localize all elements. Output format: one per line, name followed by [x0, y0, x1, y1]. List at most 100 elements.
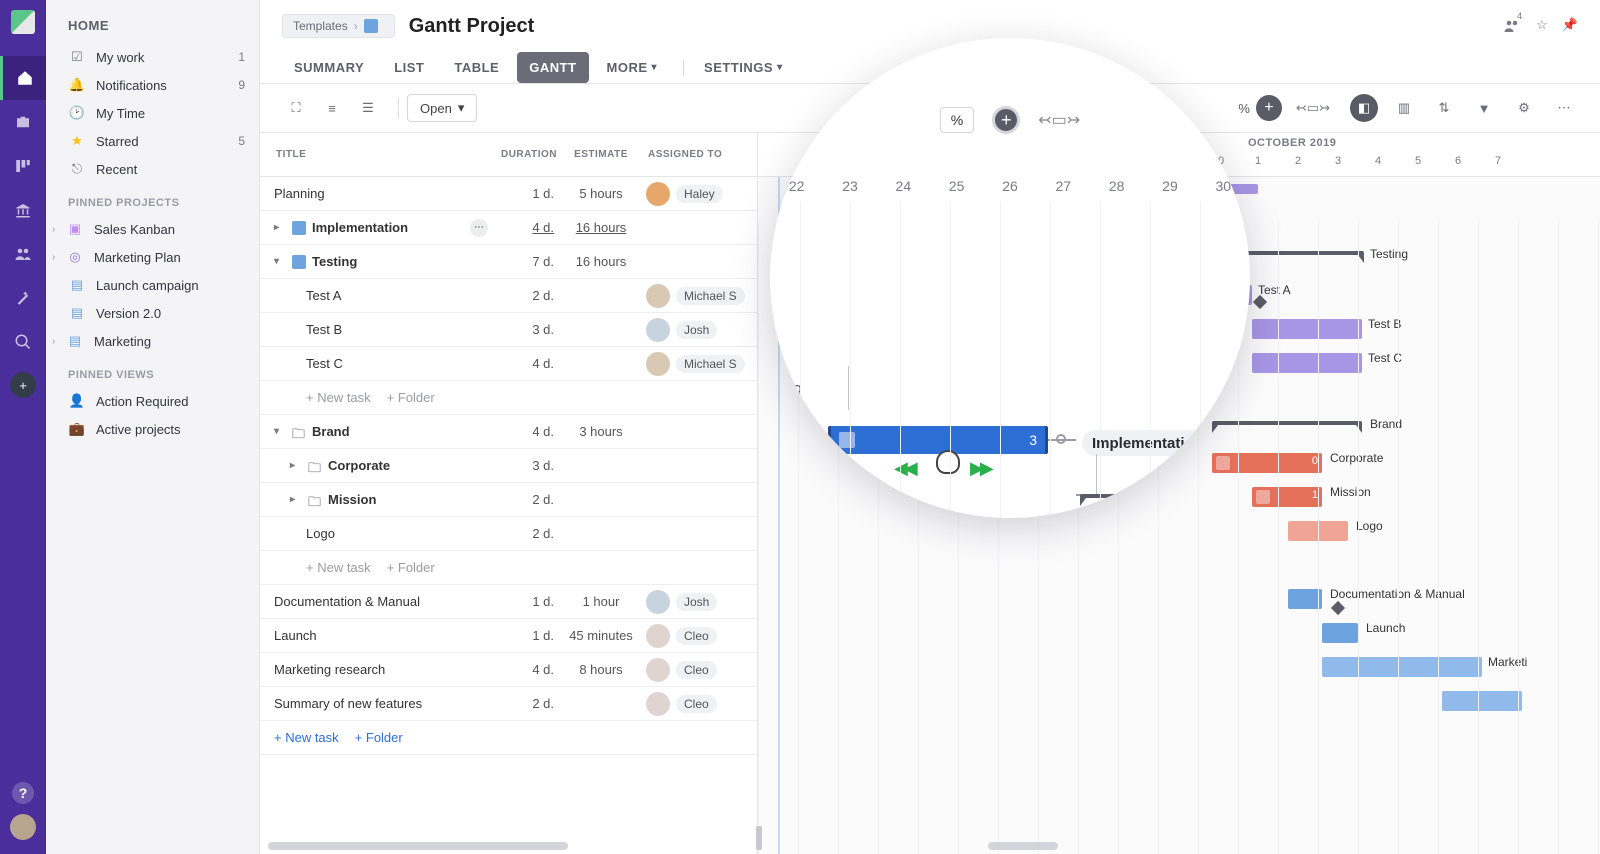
- bar-testc[interactable]: [1252, 353, 1362, 373]
- bar-doc[interactable]: [1288, 589, 1322, 609]
- caret-icon[interactable]: ▸: [290, 494, 304, 505]
- table-row[interactable]: ▸🗀Corporate3 d.: [260, 449, 757, 483]
- project-icon: ▤: [66, 333, 84, 349]
- more-icon[interactable]: ⋯: [1550, 94, 1578, 122]
- duration-cell: 4 d.: [496, 220, 562, 235]
- table-scroll-thumb[interactable]: [268, 842, 568, 850]
- estimate-cell: 16 hours: [562, 254, 640, 269]
- bar-testb[interactable]: [1252, 319, 1362, 339]
- sidebar-item-notifications[interactable]: 🔔 Notifications 9: [46, 71, 259, 99]
- tab-summary[interactable]: SUMMARY: [282, 52, 376, 83]
- share-button[interactable]: 4: [1503, 17, 1522, 35]
- zoom-percent-pill[interactable]: %: [940, 107, 974, 133]
- pane-splitter[interactable]: [756, 177, 762, 854]
- breadcrumb[interactable]: Templates ›: [282, 14, 395, 38]
- folder-icon: ▣: [66, 221, 84, 237]
- sidebar-project-marketingplan[interactable]: › ◎ Marketing Plan: [46, 243, 259, 271]
- zoom-autofit-icon[interactable]: ↢▭↣: [1038, 110, 1080, 130]
- columns-icon[interactable]: ▥: [1390, 94, 1418, 122]
- rail-search-icon[interactable]: [0, 320, 46, 364]
- rail-people-icon[interactable]: [0, 232, 46, 276]
- star-button[interactable]: ☆: [1536, 17, 1548, 35]
- add-task-link[interactable]: + New task: [274, 730, 339, 745]
- sidebar-project-marketing[interactable]: › ▤ Marketing: [46, 327, 259, 355]
- table-row[interactable]: Launch1 d.45 minutesCleo: [260, 619, 757, 653]
- rail-home-icon[interactable]: [0, 56, 46, 100]
- rail-user-avatar[interactable]: [10, 814, 36, 840]
- gear-icon[interactable]: ⚙: [1510, 94, 1538, 122]
- caret-icon[interactable]: ›: [52, 336, 66, 347]
- rail-help-icon[interactable]: ?: [12, 782, 34, 804]
- zoom-task-bar[interactable]: 3: [828, 426, 1048, 454]
- bar-mission[interactable]: 1: [1252, 487, 1322, 507]
- tab-more[interactable]: MORE▾: [595, 52, 670, 83]
- table-row[interactable]: Test C4 d.Michael S: [260, 347, 757, 381]
- gantt-scroll-thumb[interactable]: [988, 842, 1058, 850]
- auto-fit-icon[interactable]: ↢▭↣: [1296, 100, 1330, 116]
- table-row[interactable]: ▸Implementation⋯4 d.16 hours: [260, 211, 757, 245]
- sidebar-item-mytime[interactable]: 🕑 My Time: [46, 99, 259, 127]
- row-more-icon[interactable]: ⋯: [470, 219, 488, 237]
- duration-cell: 1 d.: [496, 628, 562, 643]
- tab-list[interactable]: LIST: [382, 52, 436, 83]
- zoom-left-handle[interactable]: [788, 434, 798, 444]
- caret-icon[interactable]: ▸: [290, 460, 304, 471]
- pin-button[interactable]: 📌: [1562, 17, 1578, 35]
- sidebar-item-starred[interactable]: ★ Starred 5: [46, 127, 259, 155]
- caret-icon[interactable]: ›: [52, 224, 66, 235]
- table-row[interactable]: Test B3 d.Josh: [260, 313, 757, 347]
- sidebar-item-mywork[interactable]: ☑ My work 1: [46, 43, 259, 71]
- page-title: Gantt Project: [409, 15, 535, 38]
- sidebar-project-version[interactable]: ▤ Version 2.0: [46, 299, 259, 327]
- caret-icon[interactable]: ›: [52, 252, 66, 263]
- sort-icon[interactable]: ⇅: [1430, 94, 1458, 122]
- add-task-round-button[interactable]: +: [1256, 95, 1282, 121]
- zoom-add-button[interactable]: +: [992, 106, 1020, 134]
- sidebar-view-active[interactable]: 💼 Active projects: [46, 415, 259, 443]
- assignee-cell: Haley: [640, 182, 758, 206]
- briefcase-icon: 💼: [68, 421, 86, 437]
- rail-bank-icon[interactable]: [0, 188, 46, 232]
- rail-wand-icon[interactable]: [0, 276, 46, 320]
- add-folder-link[interactable]: + Folder: [387, 560, 435, 575]
- caret-icon[interactable]: ▾: [274, 426, 288, 437]
- rail-briefcase-icon[interactable]: [0, 100, 46, 144]
- sidebar-item-recent[interactable]: ⎋ Recent: [46, 155, 259, 183]
- table-row[interactable]: ▾Testing7 d.16 hours: [260, 245, 757, 279]
- caret-icon[interactable]: ▸: [274, 222, 288, 233]
- table-row[interactable]: Marketing research4 d.8 hoursCleo: [260, 653, 757, 687]
- panel-toggle-icon[interactable]: ◧: [1350, 94, 1378, 122]
- bar-mkt[interactable]: [1322, 657, 1482, 677]
- pinned-views-header: PINNED VIEWS: [46, 355, 259, 387]
- filter-rows-icon[interactable]: ☰: [354, 94, 382, 122]
- add-folder-link[interactable]: + Folder: [355, 730, 403, 745]
- zoom-task-label[interactable]: Implementation ⋯: [1082, 430, 1237, 456]
- add-task-link[interactable]: + New task: [306, 390, 371, 405]
- sidebar-view-action[interactable]: 👤 Action Required: [46, 387, 259, 415]
- bar-launch[interactable]: [1322, 623, 1358, 643]
- table-row[interactable]: ▾🗀Brand4 d.3 hours: [260, 415, 757, 449]
- table-row[interactable]: ▸🗀Mission2 d.: [260, 483, 757, 517]
- bar-summary[interactable]: [1442, 691, 1522, 711]
- sidebar-project-launch[interactable]: ▤ Launch campaign: [46, 271, 259, 299]
- rail-board-icon[interactable]: [0, 144, 46, 188]
- sidebar-project-saleskanban[interactable]: › ▣ Sales Kanban: [46, 215, 259, 243]
- sidebar-home-label: HOME: [46, 0, 259, 43]
- open-dropdown[interactable]: Open▾: [407, 94, 477, 122]
- expand-tool-icon[interactable]: ⛶: [282, 94, 310, 122]
- more-icon[interactable]: ⋯: [1209, 434, 1227, 452]
- filter-icon[interactable]: ▼: [1470, 94, 1498, 122]
- duration-cell: 7 d.: [496, 254, 562, 269]
- tab-table[interactable]: TABLE: [442, 52, 511, 83]
- collapse-tool-icon[interactable]: ≡: [318, 94, 346, 122]
- add-folder-link[interactable]: + Folder: [387, 390, 435, 405]
- add-task-link[interactable]: + New task: [306, 560, 371, 575]
- table-row[interactable]: Summary of new features2 d.Cleo: [260, 687, 757, 721]
- table-row[interactable]: Test A2 d.Michael S: [260, 279, 757, 313]
- table-row[interactable]: Documentation & Manual1 d.1 hourJosh: [260, 585, 757, 619]
- table-row[interactable]: Logo2 d.: [260, 517, 757, 551]
- tab-gantt[interactable]: GANTT: [517, 52, 588, 83]
- rail-add-button[interactable]: +: [10, 372, 36, 398]
- caret-icon[interactable]: ▾: [274, 256, 288, 267]
- table-row[interactable]: Planning1 d.5 hoursHaley: [260, 177, 757, 211]
